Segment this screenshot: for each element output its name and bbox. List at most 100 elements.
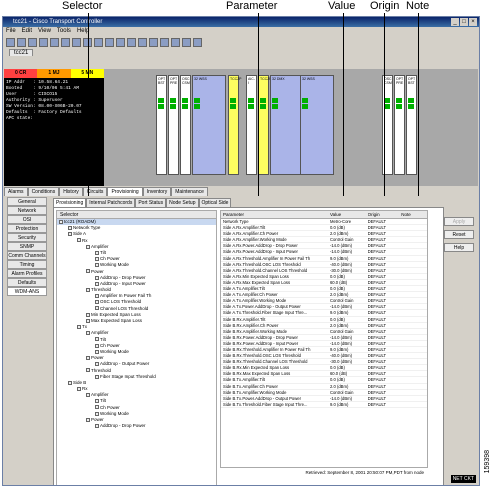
cell-value[interactable]: 0.0 (dB) — [330, 286, 368, 291]
cell-value[interactable]: 0.0 (dB) — [330, 365, 368, 370]
cell-value[interactable]: -14.0 (dBm) — [330, 396, 368, 401]
cell-value[interactable]: 2.0 (dBm) — [330, 231, 368, 236]
nav-item-snmp[interactable]: SNMP — [7, 242, 47, 251]
close-icon[interactable]: × — [469, 18, 477, 26]
subtab-optical-side[interactable]: Optical Side — [198, 198, 232, 207]
cell-value[interactable]: -40.0 (dBm) — [330, 262, 368, 267]
cell-value[interactable]: 0.0 (dB) — [330, 317, 368, 322]
card-slot[interactable]: 32 DMX — [270, 75, 304, 175]
toolbar-button-icon[interactable] — [171, 38, 180, 47]
header-parameter[interactable]: Parameter — [221, 211, 330, 218]
cell-value[interactable]: 0.0 (dB) — [330, 274, 368, 279]
card-slot[interactable]: 32 WSS — [192, 75, 226, 175]
cell-value[interactable]: Control Gain — [330, 390, 368, 395]
toolbar-button-icon[interactable] — [61, 38, 70, 47]
toolbar-button-icon[interactable] — [72, 38, 81, 47]
toolbar-button-icon[interactable] — [105, 38, 114, 47]
cell-value[interactable]: -30.0 (dBm) — [330, 359, 368, 364]
toolbar-button-icon[interactable] — [149, 38, 158, 47]
toolbar-button-icon[interactable] — [6, 38, 15, 47]
toolbar-button-icon[interactable] — [39, 38, 48, 47]
cell-value[interactable]: 60.0 (dB) — [330, 280, 368, 285]
subtab-node-setup[interactable]: Node Setup — [166, 198, 199, 207]
cell-value[interactable]: -14.0 (dBm) — [330, 335, 368, 340]
cell-value[interactable]: -14.0 (dBm) — [330, 304, 368, 309]
header-value[interactable]: Value — [330, 211, 368, 218]
nav-item-protection[interactable]: Protection — [7, 224, 47, 233]
toolbar-button-icon[interactable] — [193, 38, 202, 47]
cell-value[interactable]: Control Gain — [330, 329, 368, 334]
subtab-internal-patchcords[interactable]: Internal Patchcords — [86, 198, 136, 207]
tree-node[interactable]: AddDrop - Drop Power — [57, 423, 216, 429]
cell-value[interactable]: 2.0 (dBm) — [330, 292, 368, 297]
node-tab[interactable]: tcc21 — [9, 49, 34, 56]
cell-value[interactable]: 0.0 (dB) — [330, 225, 368, 230]
cell-value[interactable]: 2.0 (dBm) — [330, 384, 368, 389]
toolbar-button-icon[interactable] — [127, 38, 136, 47]
help-button[interactable]: Help — [444, 243, 474, 252]
cell-value[interactable]: Control Gain — [330, 237, 368, 242]
tab-provisioning[interactable]: Provisioning — [107, 187, 143, 196]
tab-alarms[interactable]: Alarms — [4, 187, 28, 196]
card-slot[interactable]: TCC2P — [228, 75, 241, 175]
cell-value[interactable]: -30.0 (dBm) — [330, 268, 368, 273]
cell-value[interactable]: -14.0 (dBm) — [330, 341, 368, 346]
nav-item-wdm-ans[interactable]: WDM-ANS — [7, 287, 47, 296]
toolbar-button-icon[interactable] — [116, 38, 125, 47]
card-slot[interactable]: 32 WSS — [300, 75, 334, 175]
nav-item-timing[interactable]: Timing — [7, 260, 47, 269]
tab-circuits[interactable]: Circuits — [82, 187, 108, 196]
cell-value[interactable]: -14.0 (dBm) — [330, 243, 368, 248]
toolbar-button-icon[interactable] — [17, 38, 26, 47]
tab-history[interactable]: History — [59, 187, 83, 196]
header-note[interactable]: Note — [401, 211, 427, 218]
subtab-provisioning[interactable]: Provisioning — [53, 198, 87, 207]
toolbar-button-icon[interactable] — [50, 38, 59, 47]
card-slot[interactable]: OPT PRE — [394, 75, 405, 175]
tab-inventory[interactable]: Inventory — [142, 187, 172, 196]
toolbar-button-icon[interactable] — [138, 38, 147, 47]
nav-item-alarm-profiles[interactable]: Alarm Profiles — [7, 269, 47, 278]
card-slot[interactable]: AIC-I — [246, 75, 257, 175]
maximize-icon[interactable]: □ — [460, 18, 468, 26]
card-slot[interactable]: OPT BST — [156, 75, 167, 175]
cell-value[interactable]: -40.0 (dBm) — [330, 353, 368, 358]
menu-view[interactable]: View — [38, 27, 51, 36]
folder-icon — [86, 355, 90, 360]
cell-value[interactable]: 9.0 (dBm) — [330, 347, 368, 352]
minimize-icon[interactable]: _ — [451, 18, 459, 26]
menu-file[interactable]: File — [6, 27, 16, 36]
subtab-port-status[interactable]: Port Status — [135, 198, 167, 207]
toolbar-button-icon[interactable] — [182, 38, 191, 47]
toolbar-button-icon[interactable] — [160, 38, 169, 47]
menu-tools[interactable]: Tools — [57, 27, 71, 36]
nav-item-security[interactable]: Security — [7, 233, 47, 242]
nav-item-general[interactable]: General — [7, 197, 47, 206]
cell-value[interactable]: 2.0 (dBm) — [330, 323, 368, 328]
cell-value[interactable]: 9.0 (dBm) — [330, 402, 368, 407]
card-slot[interactable]: TCC2P — [258, 75, 271, 175]
card-slot[interactable]: OSC CSM — [180, 75, 191, 175]
menu-edit[interactable]: Edit — [22, 27, 32, 36]
apply-button[interactable]: Apply — [444, 217, 474, 226]
cell-value[interactable]: 0.0 (dB) — [330, 377, 368, 382]
cell-value[interactable]: 9.0 (dBm) — [330, 310, 368, 315]
cell-value[interactable]: 9.0 (dBm) — [330, 256, 368, 261]
card-slot[interactable]: OPT BST — [406, 75, 417, 175]
cell-value[interactable]: Control Gain — [330, 298, 368, 303]
cell-value[interactable]: Metro-Core — [330, 219, 368, 224]
toolbar-button-icon[interactable] — [28, 38, 37, 47]
nav-item-network[interactable]: Network — [7, 206, 47, 215]
tab-conditions[interactable]: Conditions — [27, 187, 60, 196]
toolbar-button-icon[interactable] — [94, 38, 103, 47]
tab-maintenance[interactable]: Maintenance — [171, 187, 208, 196]
cell-value[interactable]: 60.0 (dB) — [330, 371, 368, 376]
table-row[interactable]: Side B.Tx.Threshold.Fiber Stage Input Th… — [221, 402, 427, 408]
cell-value[interactable]: -14.0 (dBm) — [330, 249, 368, 254]
reset-button[interactable]: Reset — [444, 230, 474, 239]
nav-item-comm-channels[interactable]: Comm Channels — [7, 251, 47, 260]
nav-item-defaults[interactable]: Defaults — [7, 278, 47, 287]
card-slot[interactable]: OPT PRE — [168, 75, 179, 175]
header-origin[interactable]: Origin — [368, 211, 402, 218]
nav-item-osi[interactable]: OSI — [7, 215, 47, 224]
